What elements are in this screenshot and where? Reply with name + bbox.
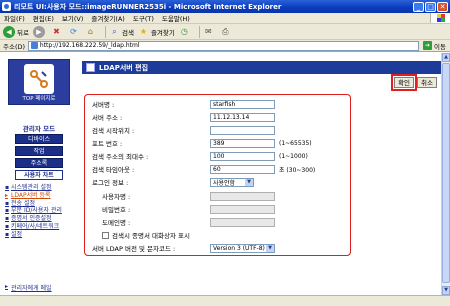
nav-address-book[interactable]: 주소록 xyxy=(15,158,63,168)
status-bar xyxy=(0,295,450,306)
window-title: 리모트 UI:사용자 모드::imageRUNNER2535i - Micros… xyxy=(14,2,282,11)
toolbar: ◀ 뒤로 ▶ ✖ ⟳ ⌂ ⌕ 검색 ★ 즐겨찾기 ◷ ✉ ⎙ xyxy=(0,24,450,40)
address-box xyxy=(28,40,420,51)
back-label: 뒤로 xyxy=(17,28,29,37)
home-icon: ⌂ xyxy=(87,27,93,36)
stop-icon: ✖ xyxy=(53,27,60,36)
device-emblem-icon xyxy=(24,64,54,94)
sidebar-item-ldap-server[interactable]: ▸ LDAP서버 등록 xyxy=(5,192,77,200)
print-button[interactable]: ⎙ xyxy=(220,26,233,37)
nav-user-chart[interactable]: 사용자 차트 xyxy=(15,170,63,180)
home-button[interactable]: ⌂ xyxy=(85,26,98,37)
refresh-icon: ⟳ xyxy=(70,27,77,36)
back-button[interactable]: ◀ 뒤로 xyxy=(3,25,29,38)
go-label: 이동 xyxy=(434,42,446,51)
page-header: LDAP서버 편집 xyxy=(82,61,441,74)
toolbar-separator xyxy=(104,25,106,38)
highlight-frame xyxy=(84,94,351,256)
top-page-logo[interactable]: TOP 페이지로 xyxy=(8,59,70,105)
scroll-thumb[interactable] xyxy=(442,63,450,283)
go-button[interactable]: ➔ 이동 xyxy=(419,41,450,51)
ie-icon xyxy=(2,2,11,11)
vertical-scrollbar[interactable]: ▲ ▼ xyxy=(441,53,450,295)
ok-button[interactable]: 확인 xyxy=(391,74,418,91)
minimize-button[interactable]: _ xyxy=(413,1,424,12)
forward-button[interactable]: ▶ xyxy=(32,25,47,38)
maximize-button[interactable]: □ xyxy=(425,1,436,12)
mode-title: 관리자 모드 xyxy=(22,125,56,133)
page-content: TOP 페이지로 관리자 모드 디바이스 작업 주소록 사용자 차트 ▪ 시스템관… xyxy=(0,53,450,295)
toolbar-separator xyxy=(198,25,200,38)
side-links: ▪ 시스템관리 설정 ▸ LDAP서버 등록 ▪ 전송 설정 ▪ 부문 ID/사용자 관… xyxy=(5,184,77,239)
nav-job[interactable]: 작업 xyxy=(15,146,63,156)
refresh-button[interactable]: ⟳ xyxy=(68,26,81,37)
menu-favorites[interactable]: 즐겨찾기(A) xyxy=(87,13,128,23)
ldap-page-icon xyxy=(86,63,95,72)
menu-edit[interactable]: 편집(E) xyxy=(29,13,58,23)
sidebar-item-settings[interactable]: ▪ 설정 xyxy=(5,231,77,239)
favorites-button[interactable]: ★ 즐겨찾기 xyxy=(138,26,175,37)
favorites-label: 즐겨찾기 xyxy=(150,28,175,37)
title-bar: 리모트 UI:사용자 모드::imageRUNNER2535i - Micros… xyxy=(0,0,450,13)
history-button[interactable]: ◷ xyxy=(179,26,192,37)
address-input[interactable] xyxy=(39,42,419,49)
history-icon: ◷ xyxy=(180,27,188,36)
stop-button[interactable]: ✖ xyxy=(51,26,64,37)
mail-button[interactable]: ✉ xyxy=(203,26,216,37)
star-icon: ★ xyxy=(139,27,148,36)
windows-logo-icon xyxy=(430,13,450,23)
menu-help[interactable]: 도움말(H) xyxy=(158,13,194,23)
cancel-button[interactable]: 취소 xyxy=(417,77,437,88)
close-button[interactable]: ✕ xyxy=(437,1,448,12)
sidebar-item-system-settings[interactable]: ▪ 시스템관리 설정 xyxy=(5,184,77,192)
printer-icon: ⎙ xyxy=(222,26,229,36)
sidebar: TOP 페이지로 관리자 모드 디바이스 작업 주소록 사용자 차트 ▪ 시스템관… xyxy=(0,53,78,295)
menu-file[interactable]: 파일(F) xyxy=(0,13,29,23)
sidebar-item-cert-auth[interactable]: ▪ 증명서 인증설정 xyxy=(5,215,77,223)
nav-device[interactable]: 디바이스 xyxy=(15,134,63,144)
back-arrow-icon: ◀ xyxy=(3,25,15,38)
menu-tools[interactable]: 도구(T) xyxy=(129,13,158,23)
address-label: 주소(D) xyxy=(3,42,26,51)
scroll-down-icon[interactable]: ▼ xyxy=(442,286,450,295)
main-panel: LDAP서버 편집 확인 취소 서버명 : 서버 주소 : 검색 시작위치 : … xyxy=(82,61,441,293)
page-icon xyxy=(31,42,38,49)
mail-icon: ✉ xyxy=(205,27,212,36)
scroll-up-icon[interactable]: ▲ xyxy=(442,53,450,62)
mail-admin-link[interactable]: ▸ 관리자에게 메일 xyxy=(5,283,52,292)
search-icon: ⌕ xyxy=(112,26,117,36)
menu-view[interactable]: 보기(V) xyxy=(58,13,87,23)
page-title: LDAP서버 편집 xyxy=(99,63,149,72)
menu-bar: 파일(F) 편집(E) 보기(V) 즐겨찾기(A) 도구(T) 도움말(H) xyxy=(0,13,450,24)
search-label: 검색 xyxy=(121,28,134,37)
logo-caption: TOP 페이지로 xyxy=(22,96,56,102)
sidebar-item-keypair[interactable]: ▪ 키페어/사/네트워크 xyxy=(5,223,77,231)
address-bar: 주소(D) ➔ 이동 xyxy=(0,40,450,52)
forward-arrow-icon: ▶ xyxy=(32,25,45,38)
action-buttons: 확인 취소 xyxy=(391,74,437,91)
go-arrow-icon: ➔ xyxy=(423,41,433,50)
search-button[interactable]: ⌕ 검색 xyxy=(109,26,134,37)
